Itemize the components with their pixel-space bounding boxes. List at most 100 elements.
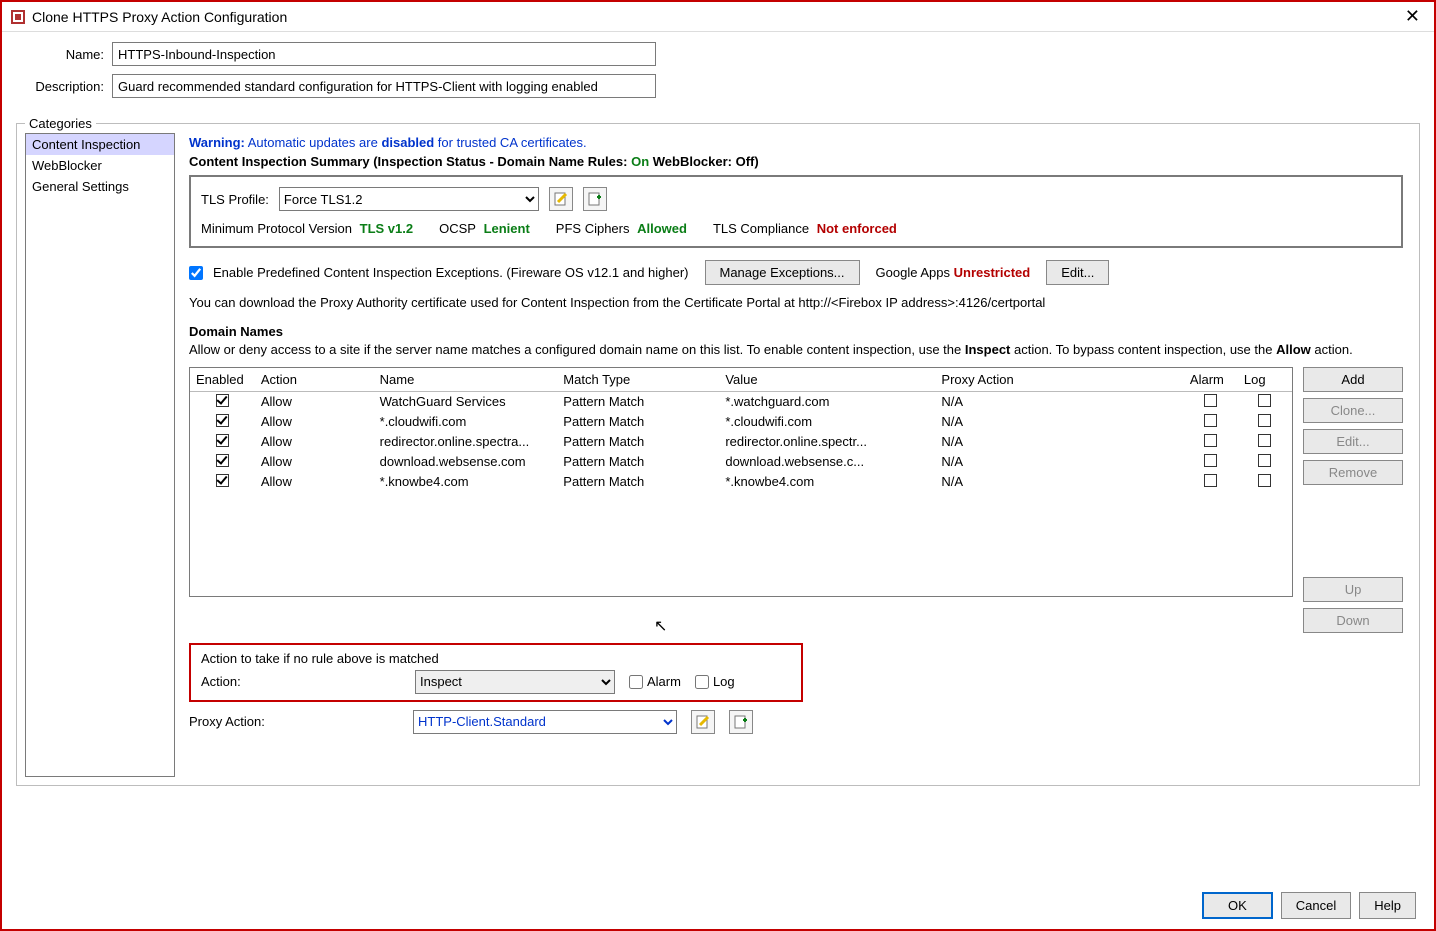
match-cell: Pattern Match (557, 432, 719, 452)
proxy-action-cell: N/A (935, 432, 1183, 452)
name-cell: download.websense.com (374, 452, 558, 472)
log-cell[interactable] (1238, 391, 1292, 412)
summary-line: Content Inspection Summary (Inspection S… (189, 154, 1403, 169)
sidebar-item-content-inspection[interactable]: Content Inspection (26, 134, 174, 155)
fallback-alarm-checkbox[interactable]: Alarm (629, 674, 681, 689)
name-label: Name: (20, 47, 104, 62)
column-header[interactable]: Log (1238, 368, 1292, 392)
tls-edit-icon[interactable] (549, 187, 573, 211)
cancel-button[interactable]: Cancel (1281, 892, 1351, 919)
action-cell: Allow (255, 452, 374, 472)
categories-legend: Categories (25, 116, 96, 131)
column-header[interactable]: Proxy Action (935, 368, 1183, 392)
match-cell: Pattern Match (557, 412, 719, 432)
manage-exceptions-button[interactable]: Manage Exceptions... (705, 260, 860, 285)
column-header[interactable]: Enabled (190, 368, 255, 392)
enabled-cell[interactable] (190, 452, 255, 472)
domain-names-title: Domain Names (189, 324, 1403, 339)
value-cell: *.cloudwifi.com (719, 412, 935, 432)
pfs: PFS Ciphers Allowed (556, 221, 687, 236)
table-row[interactable]: Allow*.cloudwifi.comPattern Match*.cloud… (190, 412, 1292, 432)
close-icon[interactable]: ✕ (1399, 6, 1426, 27)
categories-sidebar: Content Inspection WebBlocker General Se… (25, 133, 175, 777)
value-cell: redirector.online.spectr... (719, 432, 935, 452)
enabled-cell[interactable] (190, 472, 255, 492)
proxy-action-cell: N/A (935, 391, 1183, 412)
remove-rule-button[interactable]: Remove (1303, 460, 1403, 485)
enabled-cell[interactable] (190, 412, 255, 432)
categories-fieldset: Categories Content Inspection WebBlocker… (16, 116, 1420, 786)
add-rule-button[interactable]: Add (1303, 367, 1403, 392)
name-input[interactable] (112, 42, 656, 66)
app-icon (10, 9, 26, 25)
log-cell[interactable] (1238, 452, 1292, 472)
log-cell[interactable] (1238, 432, 1292, 452)
ok-button[interactable]: OK (1202, 892, 1273, 919)
cert-portal-note: You can download the Proxy Authority cer… (189, 295, 1403, 310)
tls-profile-select[interactable]: Force TLS1.2 (279, 187, 539, 211)
ocsp: OCSP Lenient (439, 221, 530, 236)
column-header[interactable]: Alarm (1184, 368, 1238, 392)
proxy-action-add-icon[interactable] (729, 710, 753, 734)
proxy-action-select[interactable]: HTTP-Client.Standard (413, 710, 677, 734)
description-input[interactable] (112, 74, 656, 98)
name-cell: *.knowbe4.com (374, 472, 558, 492)
enable-exceptions-label: Enable Predefined Content Inspection Exc… (213, 265, 689, 280)
table-row[interactable]: AllowWatchGuard ServicesPattern Match*.w… (190, 391, 1292, 412)
move-up-button[interactable]: Up (1303, 577, 1403, 602)
proxy-action-edit-icon[interactable] (691, 710, 715, 734)
help-button[interactable]: Help (1359, 892, 1416, 919)
tls-add-icon[interactable] (583, 187, 607, 211)
domain-names-desc: Allow or deny access to a site if the se… (189, 341, 1403, 359)
column-header[interactable]: Match Type (557, 368, 719, 392)
match-cell: Pattern Match (557, 391, 719, 412)
match-cell: Pattern Match (557, 452, 719, 472)
window-title: Clone HTTPS Proxy Action Configuration (32, 9, 1399, 25)
proxy-action-cell: N/A (935, 472, 1183, 492)
column-header[interactable]: Name (374, 368, 558, 392)
alarm-cell[interactable] (1184, 472, 1238, 492)
proxy-action-cell: N/A (935, 452, 1183, 472)
name-cell: *.cloudwifi.com (374, 412, 558, 432)
proxy-action-cell: N/A (935, 412, 1183, 432)
sidebar-item-general-settings[interactable]: General Settings (26, 176, 174, 197)
proxy-action-label: Proxy Action: (189, 714, 399, 729)
alarm-cell[interactable] (1184, 391, 1238, 412)
tls-compliance: TLS Compliance Not enforced (713, 221, 897, 236)
alarm-cell[interactable] (1184, 412, 1238, 432)
fallback-action-select[interactable]: Inspect (415, 670, 615, 694)
column-header[interactable]: Value (719, 368, 935, 392)
column-header[interactable]: Action (255, 368, 374, 392)
action-cell: Allow (255, 432, 374, 452)
alarm-cell[interactable] (1184, 452, 1238, 472)
warning-text: Warning: Automatic updates are disabled … (189, 135, 1403, 150)
sidebar-item-webblocker[interactable]: WebBlocker (26, 155, 174, 176)
alarm-cell[interactable] (1184, 432, 1238, 452)
enabled-cell[interactable] (190, 432, 255, 452)
enable-exceptions-checkbox[interactable]: Enable Predefined Content Inspection Exc… (189, 265, 689, 280)
name-cell: redirector.online.spectra... (374, 432, 558, 452)
table-row[interactable]: Allowredirector.online.spectra...Pattern… (190, 432, 1292, 452)
enabled-cell[interactable] (190, 391, 255, 412)
tls-profile-label: TLS Profile: (201, 192, 269, 207)
edit-rule-button[interactable]: Edit... (1303, 429, 1403, 454)
fallback-title: Action to take if no rule above is match… (201, 651, 791, 666)
tls-summary-box: TLS Profile: Force TLS1.2 Minimum Protoc… (189, 175, 1403, 248)
value-cell: *.knowbe4.com (719, 472, 935, 492)
action-cell: Allow (255, 391, 374, 412)
clone-rule-button[interactable]: Clone... (1303, 398, 1403, 423)
min-proto: Minimum Protocol Version TLS v1.2 (201, 221, 413, 236)
table-row[interactable]: Allowdownload.websense.comPattern Matchd… (190, 452, 1292, 472)
fallback-action-label: Action: (201, 674, 401, 689)
log-cell[interactable] (1238, 472, 1292, 492)
action-cell: Allow (255, 412, 374, 432)
table-row[interactable]: Allow*.knowbe4.comPattern Match*.knowbe4… (190, 472, 1292, 492)
fallback-log-checkbox[interactable]: Log (695, 674, 735, 689)
log-cell[interactable] (1238, 412, 1292, 432)
description-label: Description: (20, 79, 104, 94)
domain-rules-table[interactable]: EnabledActionNameMatch TypeValueProxy Ac… (189, 367, 1293, 597)
edit-google-apps-button[interactable]: Edit... (1046, 260, 1109, 285)
google-apps-status: Google Apps Unrestricted (876, 265, 1031, 280)
action-cell: Allow (255, 472, 374, 492)
move-down-button[interactable]: Down (1303, 608, 1403, 633)
